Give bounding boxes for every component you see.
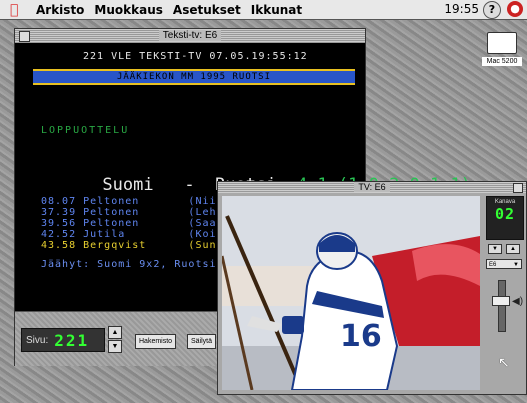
channel-display: Kanava 02 [486, 196, 524, 240]
channel-up-icon[interactable]: ▲ [506, 244, 520, 254]
tv-window: TV: E6 16 Kanava 02 ▼ ▲ E6 ▼ ◀) ↖ [217, 181, 527, 395]
tv-title-bar[interactable]: TV: E6 [218, 182, 526, 193]
page-down-icon[interactable]: ▼ [108, 340, 122, 353]
help-icon[interactable]: ? [483, 1, 501, 19]
tv-video-frame: 16 [222, 196, 480, 390]
tv-window-title: TV: E6 [354, 182, 390, 192]
volume-slider-knob[interactable] [492, 296, 510, 306]
speaker-icon: ◀) [512, 296, 524, 307]
page-display: Sivu: 221 [21, 328, 105, 352]
page-label: Sivu: [26, 334, 49, 346]
menu-muokkaus[interactable]: Muokkaus [94, 3, 162, 17]
scorer-line: 43.58 Bergqvist (Sundin) [41, 240, 245, 251]
hakemisto-button[interactable]: Hakemisto [135, 334, 177, 349]
menu-bar:  Arkisto Muokkaus Asetukset Ikkunat 19:… [0, 0, 527, 20]
page-stepper: ▲ ▼ [108, 326, 122, 354]
zoom-box[interactable] [513, 183, 523, 193]
home-team: Suomi [102, 175, 154, 195]
menu-arkisto[interactable]: Arkisto [36, 3, 84, 17]
menu-asetukset[interactable]: Asetukset [173, 3, 241, 17]
channel-number: 02 [494, 205, 516, 223]
svg-text:16: 16 [340, 319, 382, 354]
page-number[interactable]: 221 [54, 331, 89, 350]
apple-icon[interactable]:  [10, 2, 30, 18]
page-up-icon[interactable]: ▲ [108, 326, 122, 339]
mouse-pointer-icon: ↖ [498, 354, 510, 370]
teletext-title-bar[interactable]: Teksti-tv: E6 [15, 29, 365, 43]
channel-select-value: E6 [489, 262, 497, 268]
close-box[interactable] [19, 31, 30, 42]
teletext-section: LOPPUOTTELU [41, 125, 130, 136]
hard-disk-icon[interactable]: Mac 5200 [482, 32, 522, 66]
penalties-line: Jäähyt: Suomi 9x2, Ruotsi 7x2 [41, 259, 245, 270]
channel-down-icon[interactable]: ▼ [488, 244, 502, 254]
menu-ikkunat[interactable]: Ikkunat [251, 3, 302, 17]
channel-buttons: ▼ ▲ [488, 244, 520, 254]
hockey-player-image: 16 [222, 196, 480, 390]
volume-slider-track[interactable] [498, 280, 506, 332]
chevron-down-icon: ▼ [513, 262, 519, 268]
disk-icon [487, 32, 517, 54]
teletext-banner: JÄÄKIEKON MM 1995 RUOTSI [33, 69, 355, 85]
sailyta-button[interactable]: Säilytä [187, 334, 217, 349]
score-dash: - [184, 175, 195, 195]
teletext-window-title: Teksti-tv: E6 [158, 30, 222, 41]
scorer-line: 42.52 Jutila (Koivu) [41, 229, 238, 240]
channel-label: Kanava [494, 199, 516, 205]
tv-control-panel: Kanava 02 ▼ ▲ E6 ▼ ◀) ↖ [484, 196, 524, 392]
disk-label: Mac 5200 [482, 57, 522, 66]
channel-select[interactable]: E6 ▼ [486, 259, 522, 269]
menu-clock[interactable]: 19:55 [444, 2, 479, 16]
teletext-header: 221 VLE TEKSTI-TV 07.05.19:55:12 [83, 51, 308, 62]
tv-app-icon[interactable]: ● [507, 1, 523, 17]
